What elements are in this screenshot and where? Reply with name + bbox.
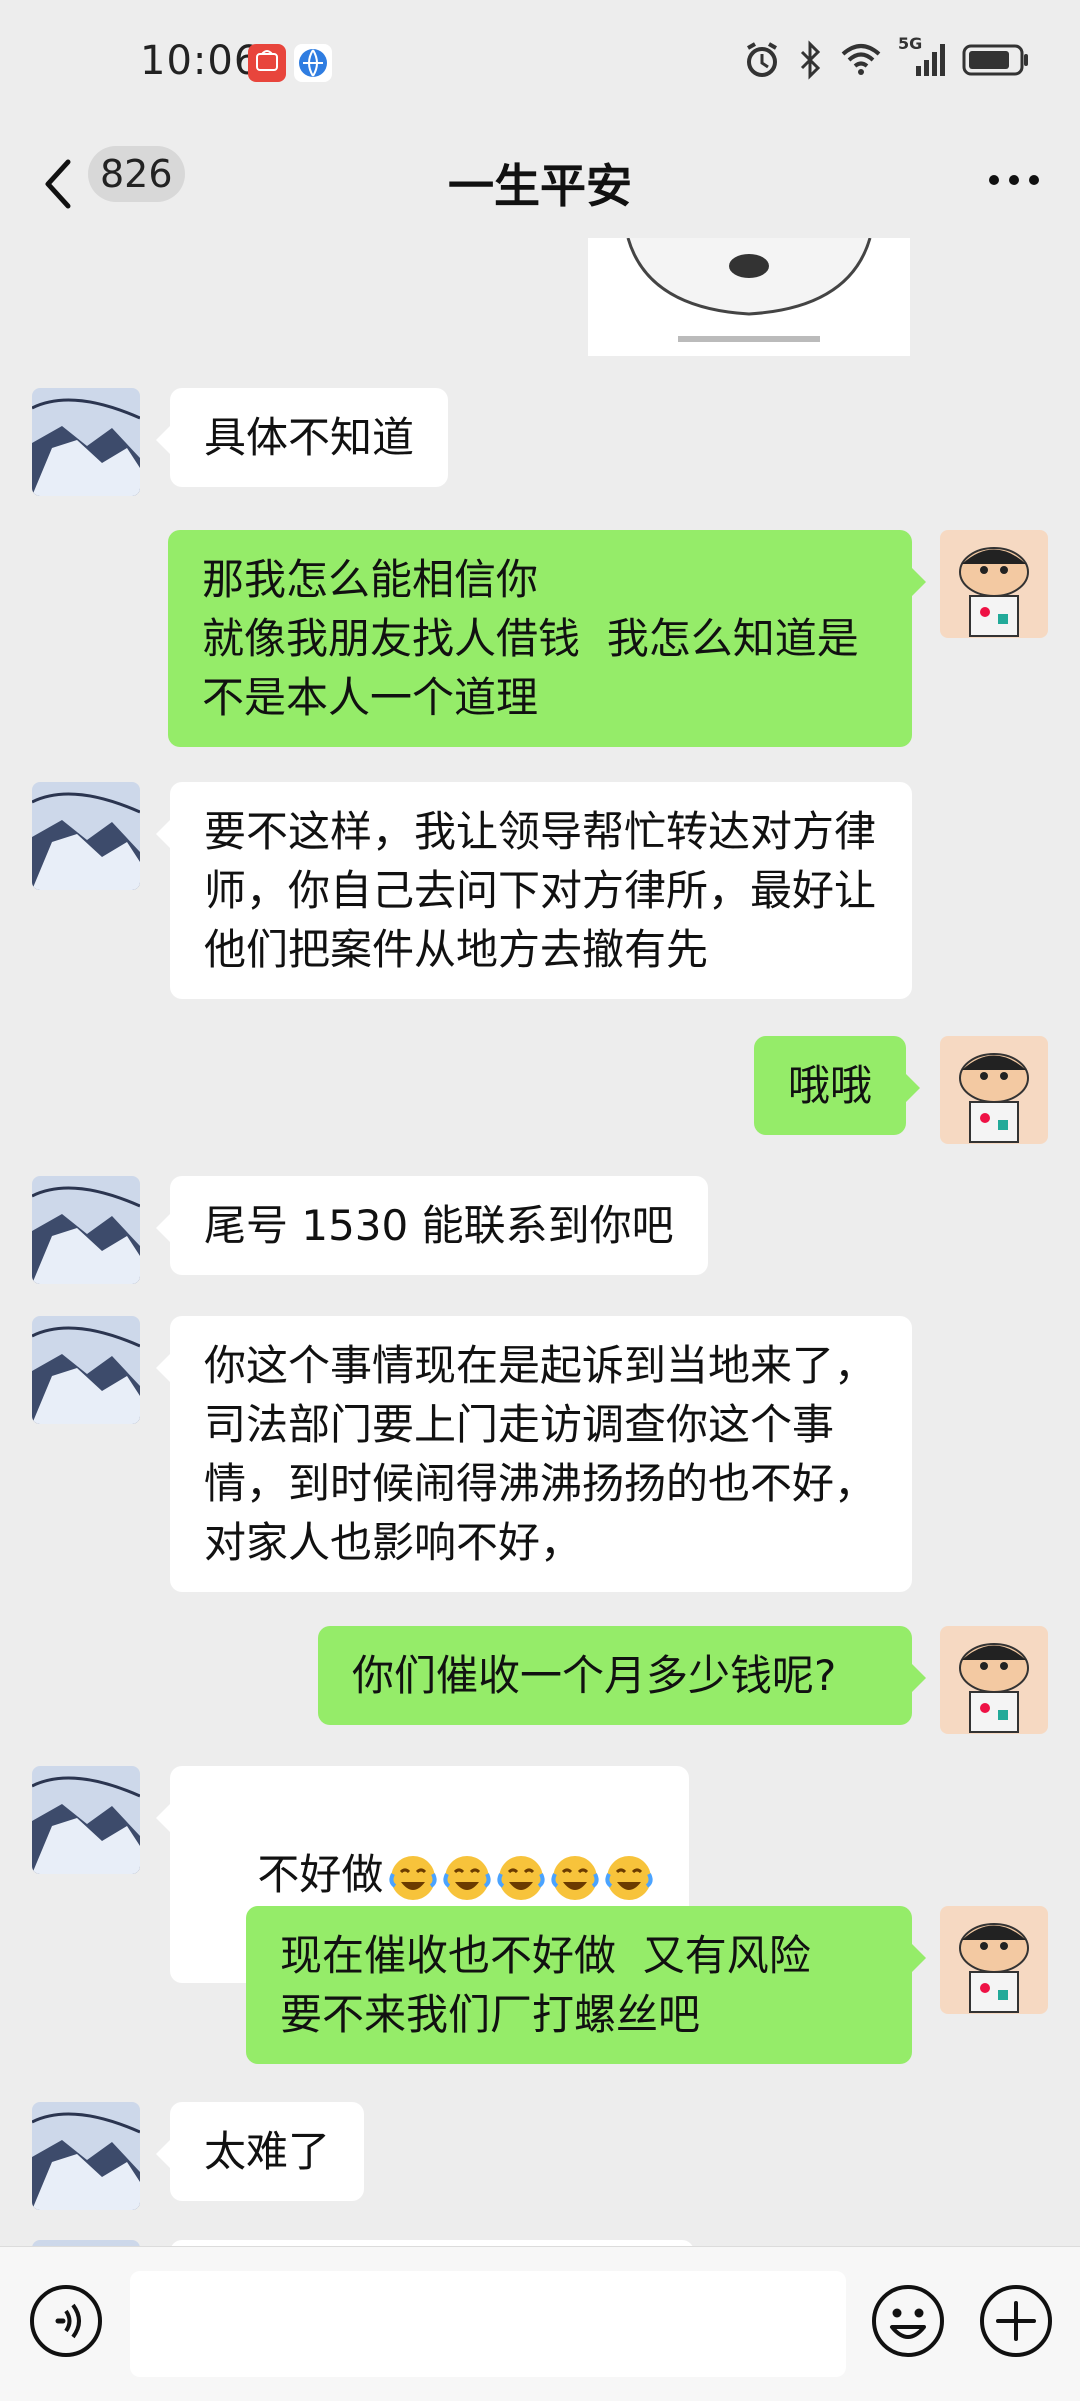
- more-functions-button[interactable]: [978, 2283, 1054, 2359]
- sticker-image[interactable]: [588, 238, 910, 356]
- tears-of-joy-emoji-icon: [389, 1855, 438, 1900]
- alarm-icon: [742, 40, 782, 80]
- huawei-app-icon: [248, 44, 286, 82]
- cartoon-boy-avatar-image: [940, 1036, 1048, 1144]
- message-input[interactable]: [130, 2271, 846, 2377]
- status-bar: 10:06 5G: [0, 0, 1080, 130]
- message-bubble-incoming[interactable]: 尾号 1530 能联系到你吧: [156, 1176, 708, 1275]
- message-bubble-incoming[interactable]: 具体不知道: [155, 388, 449, 487]
- browser-app-icon: [294, 44, 332, 82]
- self-avatar[interactable]: [940, 1036, 1048, 1144]
- contact-avatar[interactable]: [32, 388, 140, 496]
- self-avatar[interactable]: [940, 1906, 1048, 2014]
- self-avatar[interactable]: [940, 530, 1048, 638]
- cartoon-boy-avatar-image: [940, 1626, 1048, 1734]
- wifi-icon: [840, 42, 882, 78]
- mountain-avatar-image: [32, 1766, 140, 1874]
- message-text: 不好做: [257, 1850, 384, 1899]
- voice-input-button[interactable]: [28, 2283, 104, 2359]
- chat-title: 一生平安: [448, 159, 632, 213]
- contact-avatar[interactable]: [32, 1176, 140, 1284]
- bluetooth-icon: [798, 40, 824, 80]
- battery-icon: [962, 42, 1030, 78]
- contact-avatar[interactable]: [32, 782, 140, 890]
- message-bubble-incoming[interactable]: 你这个事情现在是起诉到当地来了，司法部门要上门走访调查你这个事情，到时候闹得沸沸…: [156, 1316, 912, 1592]
- voice-icon: [30, 2285, 102, 2357]
- cartoon-boy-avatar-image: [940, 1906, 1048, 2014]
- tears-of-joy-emoji-icon: [497, 1855, 546, 1900]
- meme-face-image: [626, 238, 872, 342]
- mountain-avatar-image: [32, 1316, 140, 1424]
- more-options-button[interactable]: [986, 170, 1042, 194]
- mountain-avatar-image: [32, 2102, 140, 2210]
- mountain-avatar-image: [32, 782, 140, 890]
- message-bubble-outgoing[interactable]: 你们催收一个月多少钱呢?: [318, 1626, 926, 1725]
- cellular-signal-icon: 5G: [898, 34, 946, 78]
- plus-circle-icon: [980, 2285, 1052, 2357]
- smiley-face-icon: [872, 2285, 944, 2357]
- input-bar: [0, 2246, 1080, 2401]
- cartoon-boy-avatar-image: [940, 530, 1048, 638]
- message-bubble-outgoing[interactable]: 那我怎么能相信你 就像我朋友找人借钱 我怎么知道是不是本人一个道理: [168, 530, 926, 747]
- emoji-button[interactable]: [870, 2283, 946, 2359]
- chat-header: 826 一生平安: [0, 130, 1080, 240]
- self-avatar[interactable]: [940, 1626, 1048, 1734]
- contact-avatar[interactable]: [32, 1316, 140, 1424]
- contact-avatar[interactable]: [32, 1766, 140, 1874]
- message-bubble-outgoing[interactable]: 现在催收也不好做 又有风险 要不来我们厂打螺丝吧: [246, 1906, 926, 2064]
- status-time: 10:06: [140, 38, 261, 84]
- tears-of-joy-emoji-icon: [605, 1855, 654, 1900]
- mountain-avatar-image: [32, 1176, 140, 1284]
- message-bubble-incoming[interactable]: 要不这样，我让领导帮忙转达对方律师，你自己去问下对方律所，最好让他们把案件从地方…: [156, 782, 912, 999]
- mountain-avatar-image: [32, 388, 140, 496]
- more-dots-icon: [989, 175, 1039, 185]
- message-bubble-incoming[interactable]: 太难了: [155, 2102, 365, 2201]
- status-icons: 5G: [742, 34, 1030, 80]
- tears-of-joy-emoji-icon: [551, 1855, 600, 1900]
- chat-messages[interactable]: 具体不知道 那我怎么能相信你 就像我朋友找人借钱 我怎么知道是不是本人一个道理 …: [0, 238, 1080, 2246]
- contact-avatar[interactable]: [32, 2102, 140, 2210]
- message-bubble-outgoing[interactable]: 哦哦: [754, 1036, 921, 1135]
- tears-of-joy-emoji-icon: [443, 1855, 492, 1900]
- emoji-row: [387, 1852, 655, 1904]
- network-type: 5G: [898, 34, 923, 53]
